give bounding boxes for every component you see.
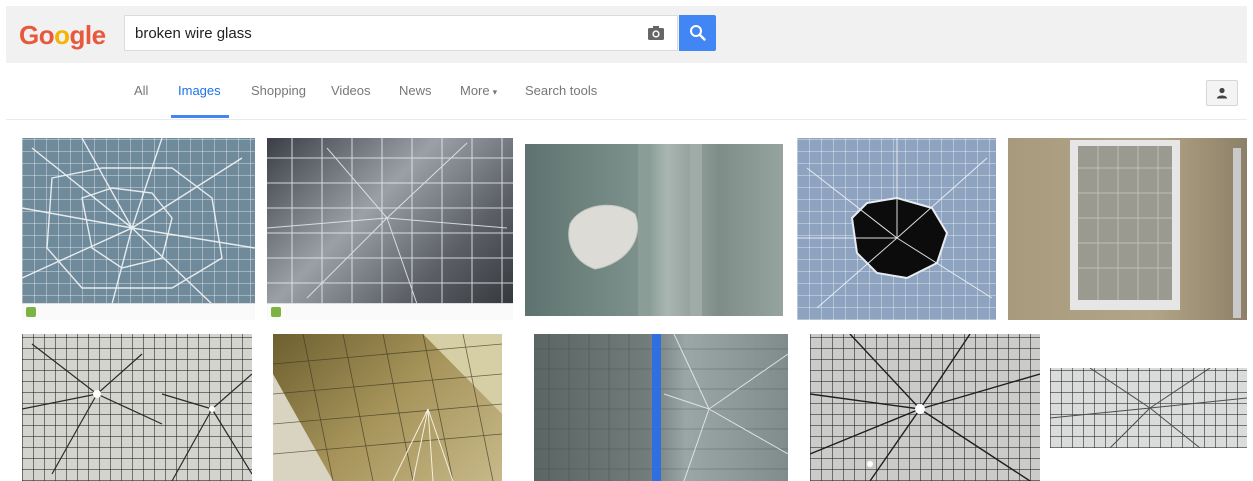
logo-letter: o (54, 20, 70, 50)
search-box[interactable] (124, 15, 678, 51)
image-credit-bar (267, 303, 513, 320)
tab-images[interactable]: Images (178, 83, 221, 98)
tab-all[interactable]: All (134, 83, 148, 98)
tab-more[interactable]: More ▾ (460, 83, 497, 98)
image-result[interactable] (267, 138, 513, 320)
image-credit-bar (22, 303, 255, 320)
image-result[interactable] (22, 334, 252, 481)
tab-shopping[interactable]: Shopping (251, 83, 306, 98)
image-result[interactable] (1008, 138, 1247, 320)
tab-more-label: More (460, 83, 490, 98)
logo-letter: l (84, 20, 92, 50)
search-button[interactable] (679, 15, 716, 51)
tab-search-tools[interactable]: Search tools (525, 83, 597, 98)
person-icon (1216, 87, 1228, 99)
image-result[interactable] (810, 334, 1040, 481)
tab-news[interactable]: News (399, 83, 432, 98)
google-image-search-page: Google All Images Shopping Video (6, 6, 1247, 481)
chevron-down-icon: ▾ (492, 87, 498, 97)
image-result[interactable] (797, 138, 996, 320)
image-result[interactable] (534, 334, 788, 481)
image-results-grid (6, 120, 1247, 481)
tab-videos[interactable]: Videos (331, 83, 371, 98)
logo-letter: g (69, 20, 86, 50)
logo-letter: G (19, 20, 39, 50)
logo-letter: o (38, 20, 55, 50)
image-result[interactable] (525, 144, 783, 316)
image-result[interactable] (1050, 368, 1247, 448)
active-tab-indicator (171, 115, 229, 118)
account-button[interactable] (1206, 80, 1238, 106)
logo-letter: e (91, 20, 106, 50)
image-result[interactable] (273, 334, 502, 481)
search-tabs-bar: All Images Shopping Videos News More ▾ Se… (6, 63, 1247, 120)
search-input[interactable] (135, 16, 615, 50)
camera-icon[interactable] (647, 25, 665, 41)
image-result[interactable] (22, 138, 255, 320)
search-header: Google (6, 6, 1247, 63)
google-logo[interactable]: Google (19, 20, 106, 51)
magnifier-icon (690, 25, 706, 41)
source-logo-icon (271, 307, 281, 317)
source-logo-icon (26, 307, 36, 317)
